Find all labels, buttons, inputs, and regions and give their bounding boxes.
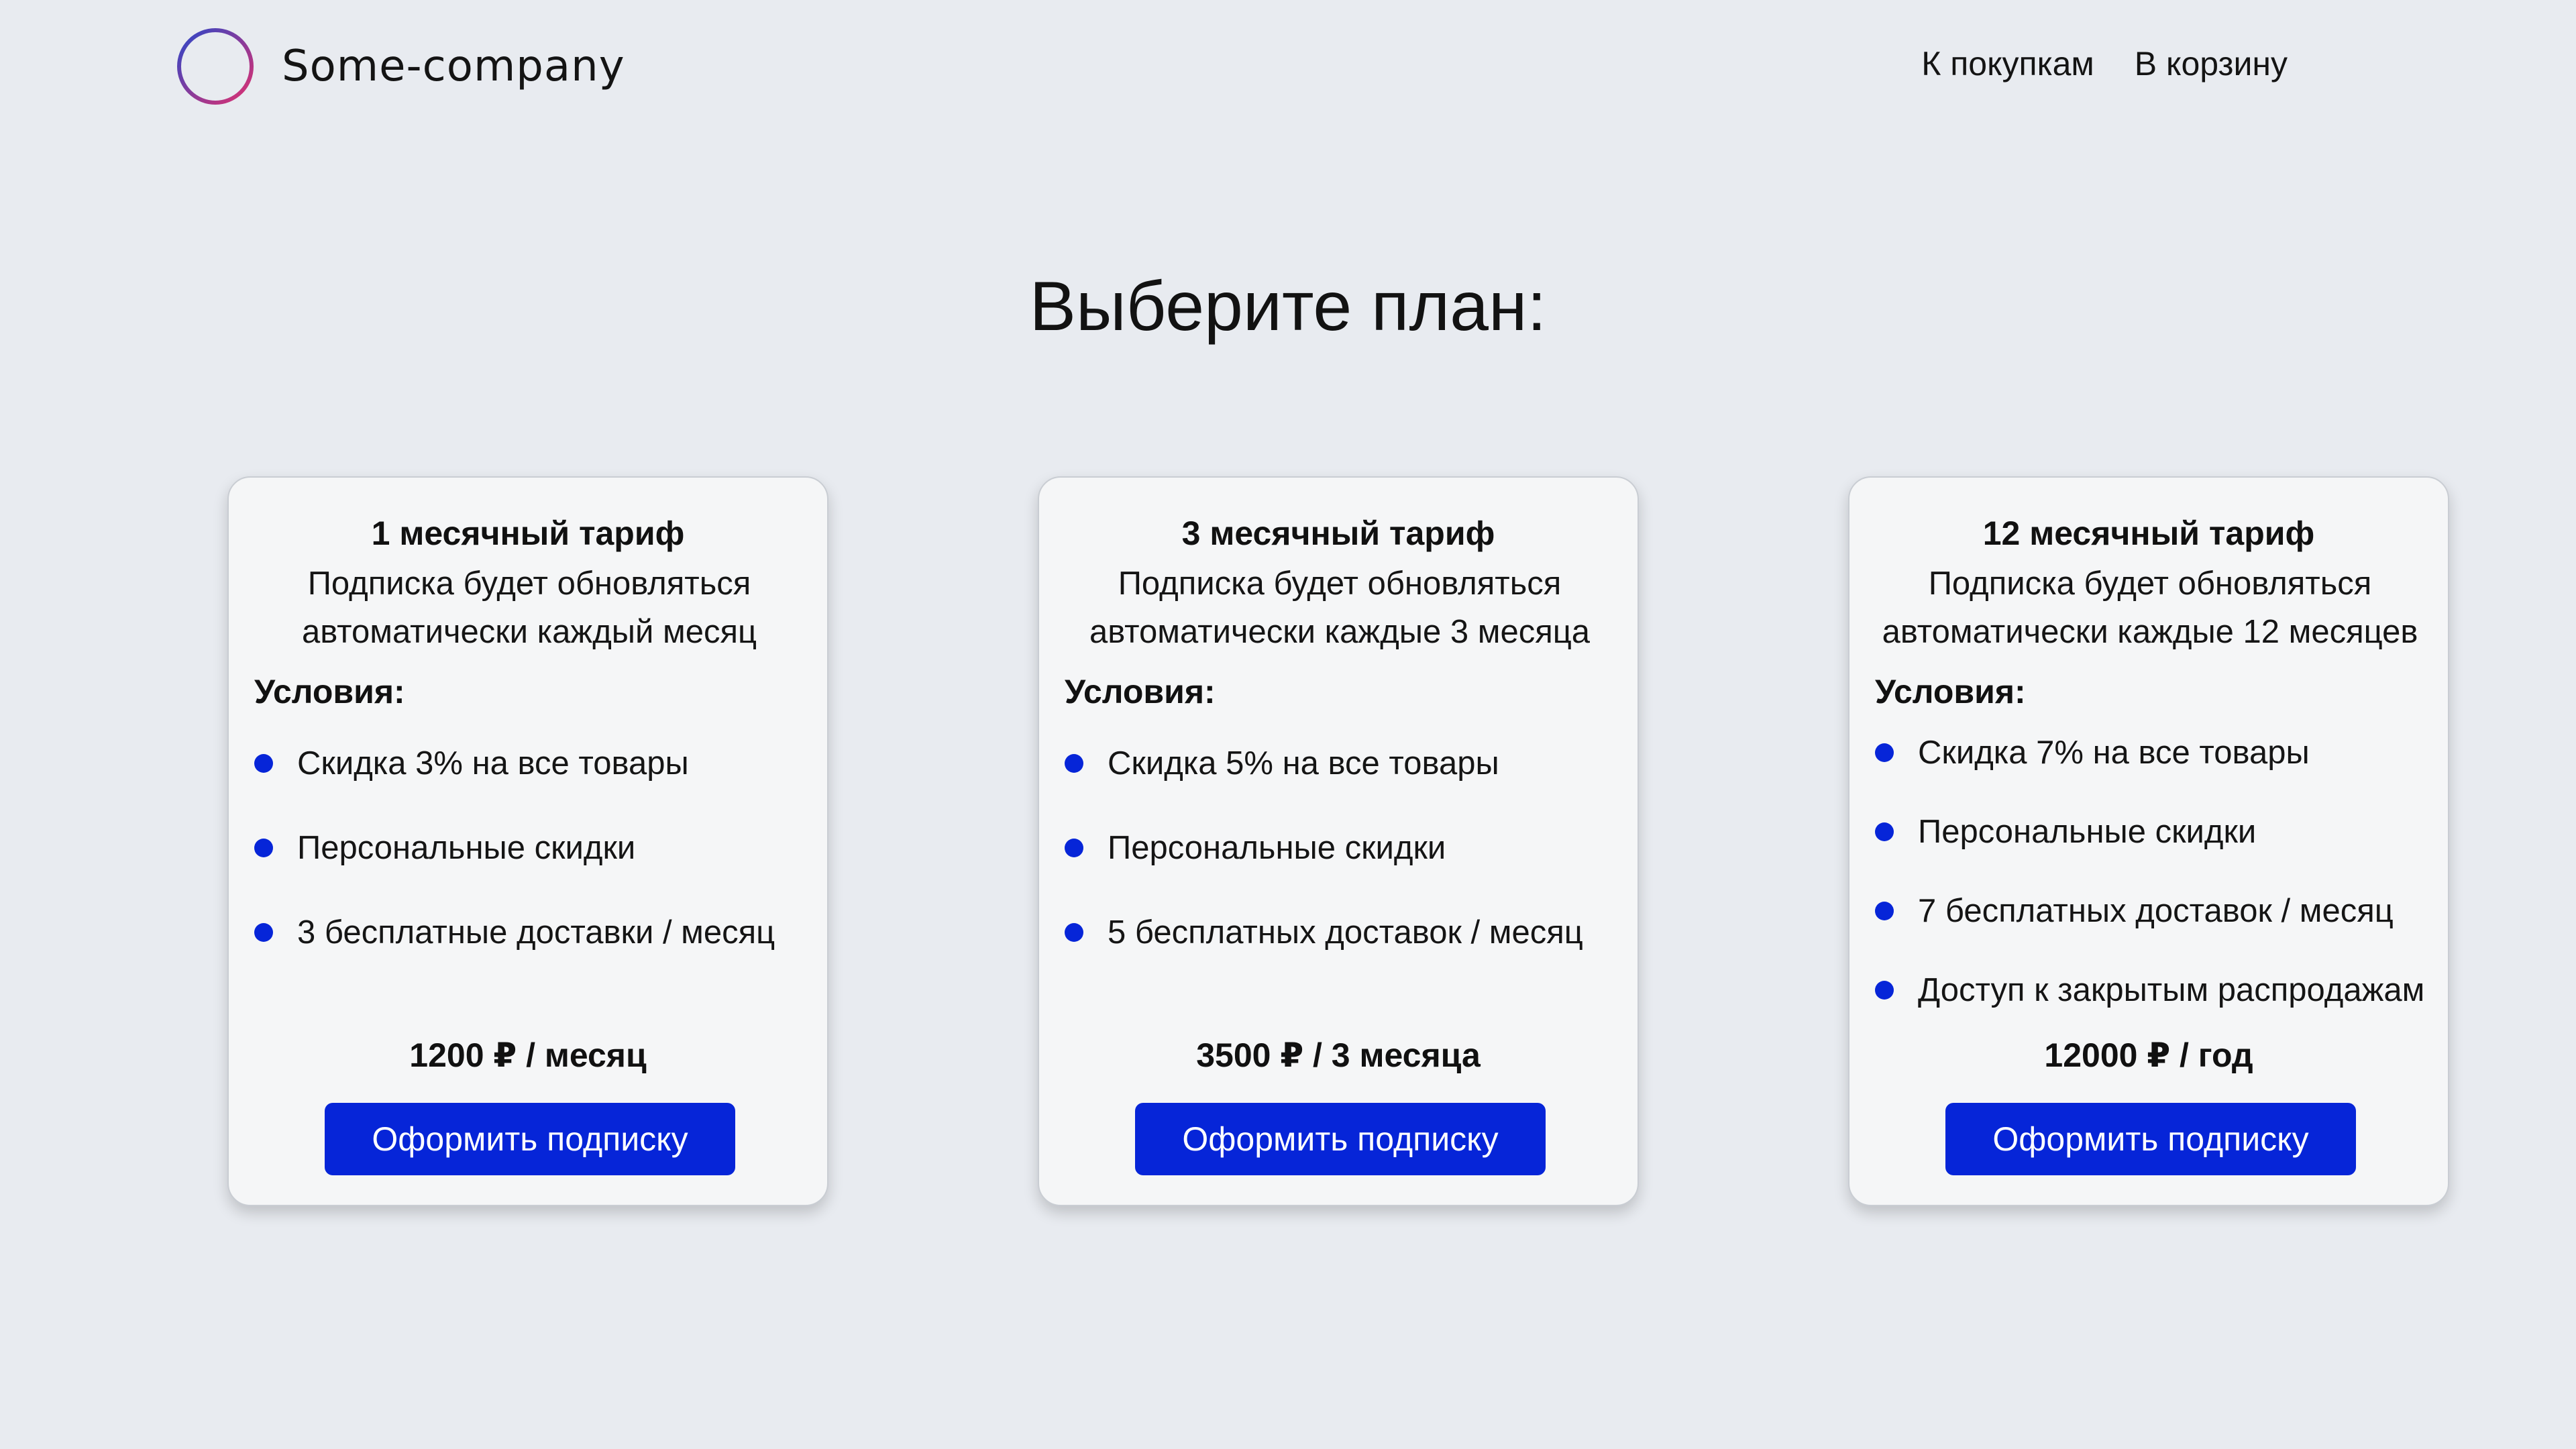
- conditions-label: Условия:: [254, 673, 405, 710]
- subscribe-button-3-months[interactable]: Оформить подписку: [1135, 1103, 1546, 1175]
- plan-description: Подписка будет обновляться автоматически…: [242, 559, 816, 656]
- bullet-icon: [1065, 923, 1083, 942]
- conditions-label: Условия:: [1875, 673, 2026, 710]
- plan-description-line: автоматически каждый месяц: [301, 614, 757, 650]
- plan-card-12-months: 12 месячный тариф Подписка будет обновля…: [1848, 476, 2449, 1206]
- conditions-label: Условия:: [1065, 673, 1216, 710]
- brand-logo[interactable]: Some-company: [176, 27, 625, 106]
- bullet-icon: [254, 839, 273, 857]
- plan-price: 3500 ₽ / 3 месяца: [1196, 1036, 1481, 1074]
- plan-title: 12 месячный тариф: [1982, 515, 2315, 552]
- page-title: Выберите план:: [1029, 268, 1547, 345]
- perk-text: Скидка 7% на все товары: [1918, 735, 2310, 771]
- nav-link-shop[interactable]: К покупкам: [1921, 44, 2094, 83]
- plan-price: 1200 ₽ / месяц: [409, 1036, 647, 1074]
- perk-list: Скидка 5% на все товары Персональные ски…: [1065, 745, 1583, 998]
- plan-description-line: автоматически каждые 3 месяца: [1089, 614, 1591, 650]
- plan-description-line: Подписка будет обновляться: [1928, 566, 2372, 602]
- perk-item: Персональные скидки: [1875, 813, 2424, 892]
- perk-list: Скидка 3% на все товары Персональные ски…: [254, 745, 775, 998]
- perk-item: 7 бесплатных доставок / месяц: [1875, 892, 2424, 971]
- perk-item: Скидка 5% на все товары: [1065, 745, 1583, 829]
- plan-price: 12000 ₽ / год: [2044, 1036, 2253, 1074]
- bullet-icon: [1875, 902, 1894, 920]
- plan-description: Подписка будет обновляться автоматически…: [1863, 559, 2437, 656]
- plan-title: 1 месячный тариф: [371, 515, 685, 552]
- nav-link-cart[interactable]: В корзину: [2135, 44, 2288, 83]
- perk-text: Персональные скидки: [1108, 830, 1446, 866]
- subscribe-button-12-months[interactable]: Оформить подписку: [1945, 1103, 2356, 1175]
- perk-text: Персональные скидки: [1918, 814, 2257, 850]
- sound-wave-logo-icon: [177, 28, 254, 105]
- plan-card-1-month: 1 месячный тариф Подписка будет обновлят…: [227, 476, 828, 1206]
- perk-text: Доступ к закрытым распродажам: [1918, 972, 2425, 1008]
- perk-text: 3 бесплатные доставки / месяц: [297, 914, 775, 951]
- bullet-icon: [1065, 839, 1083, 857]
- perk-item: Персональные скидки: [254, 829, 775, 914]
- bullet-icon: [254, 923, 273, 942]
- site-header: Some-company К покупкам В корзину: [0, 0, 2576, 134]
- bullet-icon: [1065, 754, 1083, 773]
- perk-text: 5 бесплатных доставок / месяц: [1108, 914, 1583, 951]
- plan-card-3-months: 3 месячный тариф Подписка будет обновлят…: [1038, 476, 1639, 1206]
- perk-item: Персональные скидки: [1065, 829, 1583, 914]
- perk-text: 7 бесплатных доставок / месяц: [1918, 893, 2394, 929]
- perk-item: Скидка 7% на все товары: [1875, 734, 2424, 813]
- perk-item: 5 бесплатных доставок / месяц: [1065, 914, 1583, 998]
- subscribe-button-1-month[interactable]: Оформить подписку: [325, 1103, 735, 1175]
- plan-description: Подписка будет обновляться автоматически…: [1053, 559, 1627, 656]
- perk-text: Скидка 5% на все товары: [1108, 745, 1499, 782]
- bullet-icon: [1875, 743, 1894, 762]
- perk-item: 3 бесплатные доставки / месяц: [254, 914, 775, 998]
- bullet-icon: [1875, 822, 1894, 841]
- plan-description-line: Подписка будет обновляться: [1118, 566, 1562, 602]
- plan-title: 3 месячный тариф: [1181, 515, 1495, 552]
- perk-list: Скидка 7% на все товары Персональные ски…: [1875, 734, 2424, 1051]
- bullet-icon: [1875, 981, 1894, 1000]
- perk-item: Скидка 3% на все товары: [254, 745, 775, 829]
- bullet-icon: [254, 754, 273, 773]
- plan-description-line: автоматически каждые 12 месяцев: [1882, 614, 2418, 650]
- top-nav: К покупкам В корзину: [1921, 44, 2288, 83]
- perk-text: Скидка 3% на все товары: [297, 745, 689, 782]
- plan-description-line: Подписка будет обновляться: [307, 566, 751, 602]
- brand-name: Some-company: [282, 42, 625, 91]
- perk-text: Персональные скидки: [297, 830, 636, 866]
